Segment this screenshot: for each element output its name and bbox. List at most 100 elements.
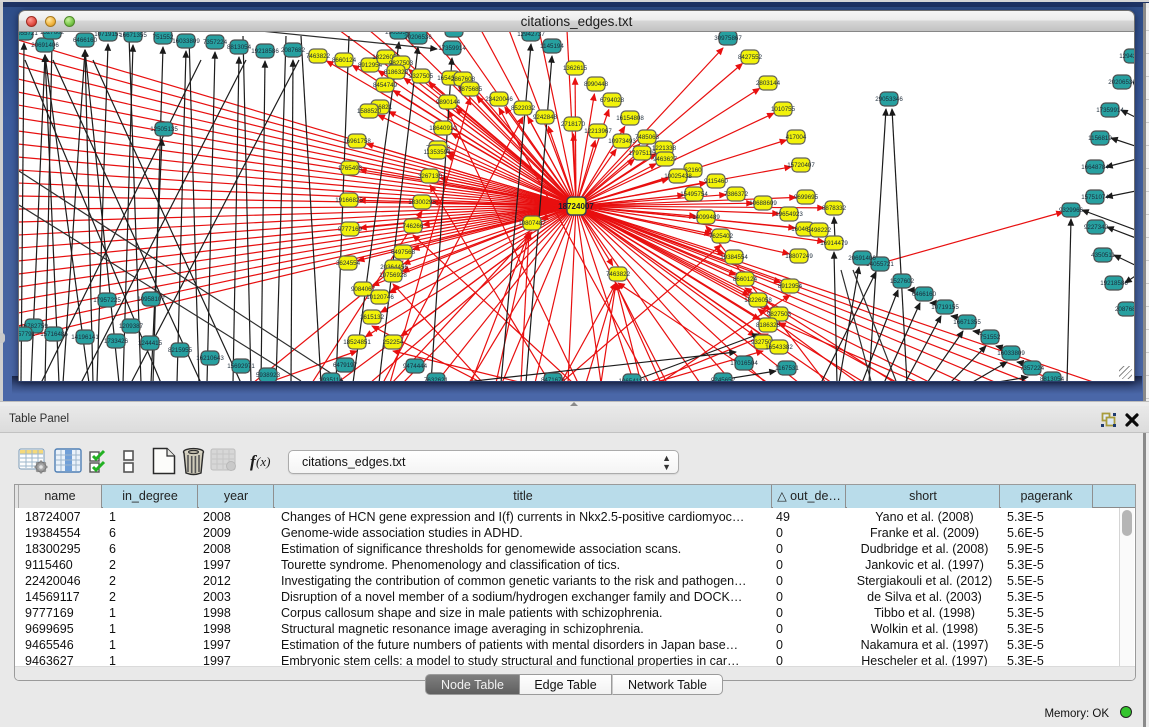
svg-text:19166825: 19166825: [335, 197, 363, 204]
svg-text:1733426: 1733426: [104, 338, 129, 345]
svg-text:10807487: 10807487: [518, 220, 546, 227]
svg-text:20206536: 20206536: [404, 34, 432, 41]
svg-text:2087682: 2087682: [1115, 306, 1135, 313]
svg-text:2803144: 2803144: [756, 80, 781, 87]
svg-text:8215955: 8215955: [168, 347, 193, 354]
svg-text:9699695: 9699695: [794, 194, 819, 201]
svg-text:19654923: 19654923: [775, 211, 803, 218]
svg-text:9115460: 9115460: [704, 178, 728, 185]
svg-text:8427552: 8427552: [738, 54, 763, 61]
svg-text:1527602: 1527602: [890, 278, 915, 285]
svg-text:751552: 751552: [153, 34, 174, 41]
svg-text:16961758: 16961758: [343, 138, 371, 145]
svg-text:746266: 746266: [403, 223, 424, 230]
svg-text:3267130: 3267130: [418, 173, 443, 180]
svg-text:12505135: 12505135: [150, 126, 178, 133]
svg-text:19218586: 19218586: [1100, 280, 1128, 287]
svg-text:1156819: 1156819: [1088, 135, 1112, 142]
svg-text:10654112: 10654112: [618, 378, 646, 381]
svg-text:16033809: 16033809: [997, 350, 1025, 357]
svg-text:8878332: 8878332: [822, 205, 847, 212]
svg-text:8471676: 8471676: [541, 377, 566, 381]
svg-text:12942737: 12942737: [517, 32, 545, 38]
svg-text:9474444: 9474444: [403, 363, 428, 370]
svg-text:16648784: 16648784: [1081, 164, 1109, 171]
svg-text:8522032: 8522032: [511, 105, 536, 112]
svg-text:20691406: 20691406: [848, 255, 876, 262]
svg-text:8912954: 8912954: [778, 283, 803, 290]
svg-text:10973493: 10973493: [608, 138, 636, 145]
svg-text:10025438: 10025438: [664, 173, 692, 180]
svg-text:1010755: 1010755: [771, 106, 796, 113]
svg-text:18226058: 18226058: [744, 297, 772, 304]
svg-text:9242848: 9242848: [533, 114, 558, 121]
svg-text:16033809: 16033809: [172, 38, 200, 45]
svg-text:17957225: 17957225: [93, 297, 121, 304]
svg-text:751552: 751552: [980, 334, 1001, 341]
svg-text:1244415: 1244415: [138, 340, 163, 347]
svg-text:16543382: 16543382: [765, 344, 793, 351]
svg-text:1362615: 1362615: [563, 65, 588, 72]
svg-text:5938923: 5938923: [256, 372, 281, 379]
svg-text:8813054: 8813054: [1040, 376, 1065, 381]
svg-text:252254: 252254: [383, 339, 404, 346]
svg-text:9245652: 9245652: [711, 377, 736, 381]
svg-text:17359914: 17359914: [1096, 107, 1124, 114]
svg-text:14196141: 14196141: [71, 334, 99, 341]
svg-text:18640910: 18640910: [429, 125, 457, 132]
svg-text:3624554: 3624554: [336, 260, 361, 267]
svg-text:8660124: 8660124: [332, 57, 357, 64]
svg-text:7386372: 7386372: [724, 191, 749, 198]
svg-text:1209387: 1209387: [119, 323, 144, 330]
svg-text:(x): (x): [256, 454, 270, 469]
svg-text:7632621: 7632621: [424, 377, 449, 381]
svg-text:1156819: 1156819: [442, 32, 466, 34]
svg-text:12942737: 12942737: [1119, 53, 1135, 60]
svg-text:29053346: 29053346: [875, 96, 903, 103]
svg-text:15692971: 15692971: [227, 363, 255, 370]
svg-text:2718170: 2718170: [561, 121, 586, 128]
svg-text:7463822: 7463822: [306, 53, 331, 60]
svg-text:10719155: 10719155: [94, 32, 122, 38]
svg-text:7357224: 7357224: [1020, 365, 1045, 372]
svg-text:16210643: 16210643: [196, 355, 224, 362]
svg-text:16914479: 16914479: [820, 240, 848, 247]
svg-text:7463822: 7463822: [606, 271, 631, 278]
svg-text:1221338: 1221338: [652, 145, 677, 152]
svg-text:19384554: 19384554: [720, 254, 748, 261]
svg-text:10688609: 10688609: [749, 200, 777, 207]
svg-text:6466160: 6466160: [73, 37, 98, 44]
svg-text:4350511: 4350511: [1091, 252, 1115, 259]
svg-text:7357224: 7357224: [203, 39, 228, 46]
svg-text:18807249: 18807249: [785, 253, 813, 260]
svg-text:17359914: 17359914: [438, 45, 466, 52]
svg-text:18300295: 18300295: [408, 199, 436, 206]
svg-text:9329966: 9329966: [1059, 207, 1084, 214]
svg-text:16671355: 16671355: [953, 319, 981, 326]
svg-text:15751074: 15751074: [1081, 194, 1109, 201]
svg-text:8186328: 8186328: [384, 69, 409, 76]
svg-text:20691406: 20691406: [31, 42, 59, 49]
svg-text:5498222: 5498222: [807, 227, 832, 234]
svg-text:7625402: 7625402: [709, 233, 734, 240]
svg-text:2935114: 2935114: [319, 377, 343, 381]
svg-text:23420046: 23420046: [485, 96, 513, 103]
svg-text:1588520: 1588520: [357, 108, 382, 115]
svg-text:1167531: 1167531: [775, 365, 799, 372]
svg-text:15720407: 15720407: [787, 162, 815, 169]
svg-text:11353594: 11353594: [423, 149, 451, 156]
svg-text:30975867: 30975867: [714, 35, 742, 42]
svg-text:9777169: 9777169: [338, 226, 363, 233]
svg-text:10958107: 10958107: [137, 296, 165, 303]
svg-text:9327505: 9327505: [409, 73, 434, 80]
svg-text:1765493: 1765493: [338, 165, 363, 172]
svg-text:6497568: 6497568: [391, 249, 416, 256]
svg-text:14055721: 14055721: [19, 32, 38, 37]
svg-text:15716485: 15716485: [40, 331, 68, 338]
svg-text:8454749: 8454749: [373, 82, 398, 89]
svg-text:16671355: 16671355: [119, 32, 147, 39]
svg-text:417004: 417004: [786, 134, 807, 141]
svg-text:9463627: 9463627: [653, 156, 678, 163]
svg-text:17016504: 17016504: [730, 360, 758, 367]
svg-text:9227342: 9227342: [1084, 224, 1109, 231]
